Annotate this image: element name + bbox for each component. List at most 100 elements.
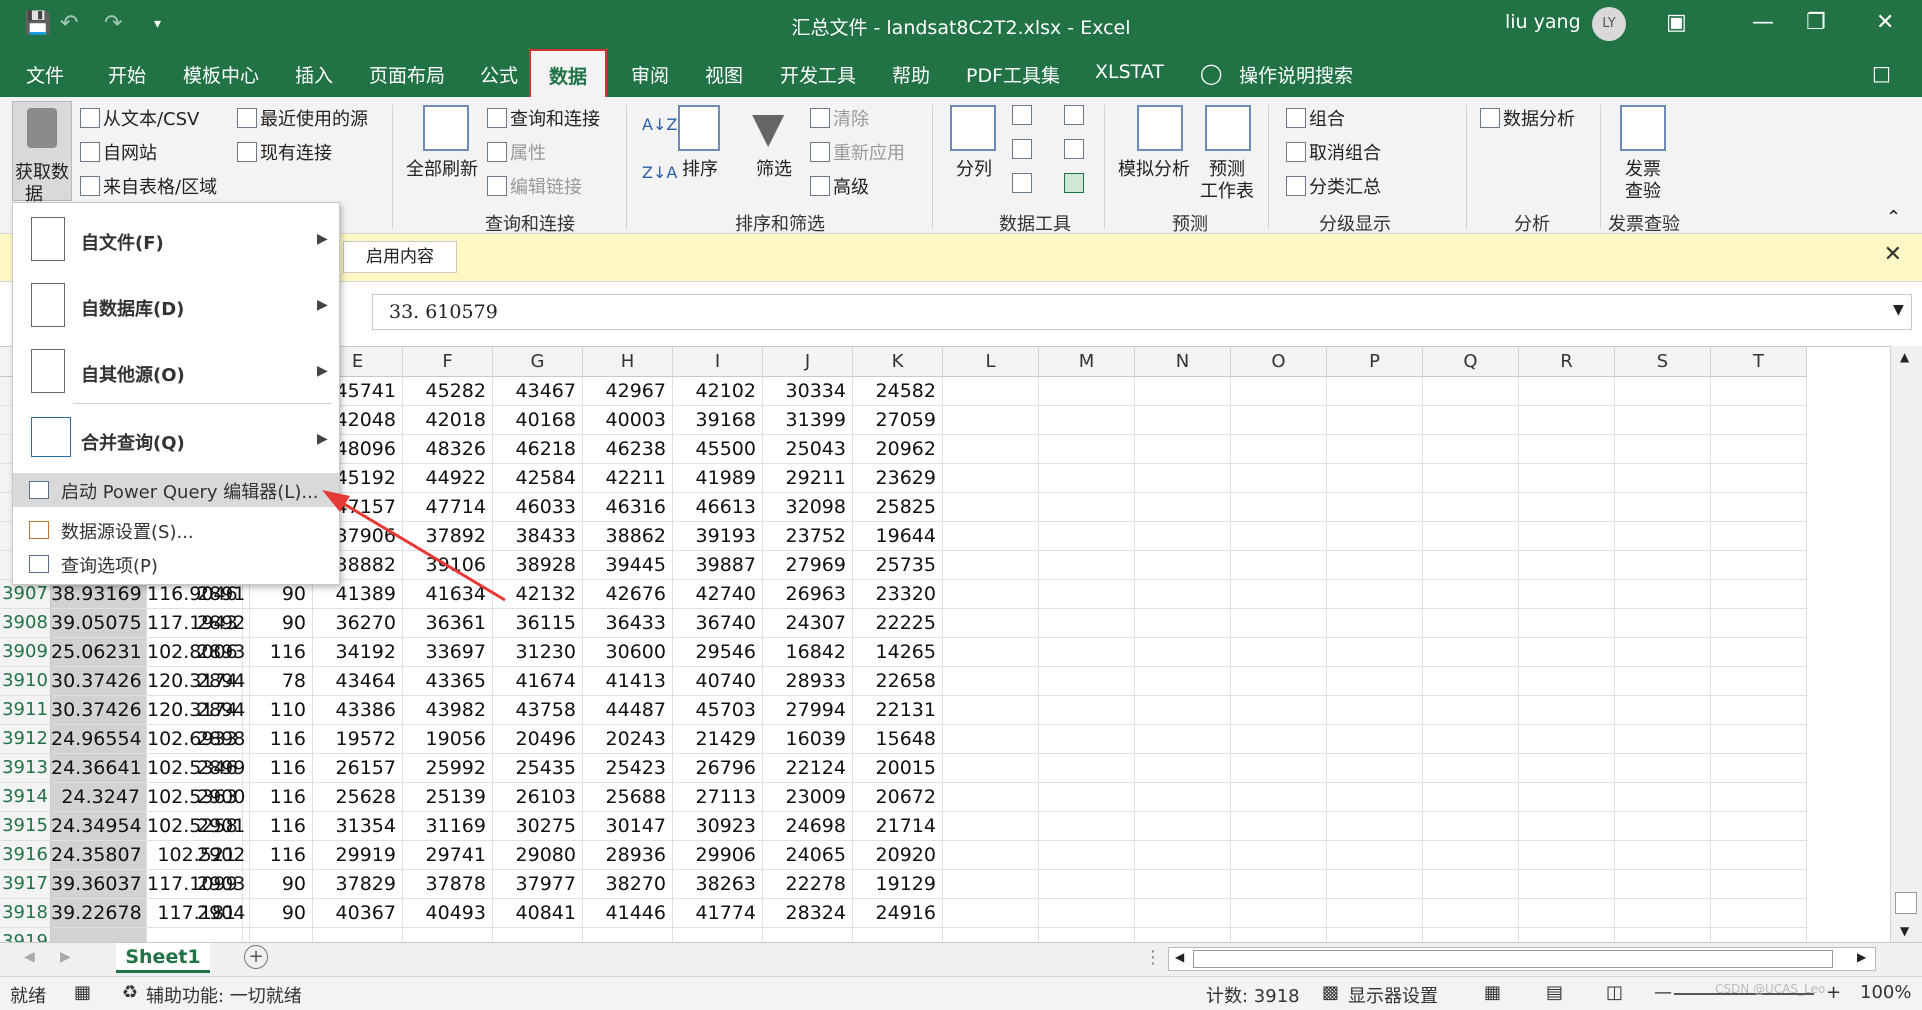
flash-fill-icon[interactable] bbox=[1012, 105, 1032, 125]
cell[interactable]: 26963 bbox=[763, 580, 853, 609]
cell[interactable] bbox=[943, 464, 1039, 493]
cell[interactable] bbox=[1519, 493, 1615, 522]
cell[interactable] bbox=[1135, 928, 1231, 942]
cell[interactable] bbox=[1231, 725, 1327, 754]
cell[interactable] bbox=[1039, 696, 1135, 725]
cell[interactable] bbox=[1711, 377, 1807, 406]
cell[interactable]: 38270 bbox=[583, 870, 673, 899]
cell[interactable] bbox=[1039, 812, 1135, 841]
cell[interactable]: 116 bbox=[243, 638, 313, 667]
cell[interactable] bbox=[1519, 725, 1615, 754]
cell[interactable] bbox=[1423, 609, 1519, 638]
cell[interactable] bbox=[1327, 841, 1423, 870]
cell[interactable] bbox=[1039, 435, 1135, 464]
cell[interactable]: 36115 bbox=[493, 609, 583, 638]
cell[interactable] bbox=[943, 696, 1039, 725]
cell[interactable] bbox=[1231, 406, 1327, 435]
cell[interactable] bbox=[1039, 783, 1135, 812]
cell[interactable] bbox=[1135, 667, 1231, 696]
cell[interactable]: 20920 bbox=[853, 841, 943, 870]
cell[interactable]: 24065 bbox=[763, 841, 853, 870]
cell[interactable]: 24.36641 bbox=[51, 754, 147, 783]
cell[interactable]: 19572 bbox=[313, 725, 403, 754]
cell[interactable]: 20672 bbox=[853, 783, 943, 812]
cell[interactable]: 25735 bbox=[853, 551, 943, 580]
cell[interactable]: 37892 bbox=[403, 522, 493, 551]
cell[interactable]: 26157 bbox=[313, 754, 403, 783]
cell[interactable] bbox=[1519, 406, 1615, 435]
filter-label[interactable]: 筛选 bbox=[756, 155, 792, 181]
cell[interactable] bbox=[1135, 551, 1231, 580]
menu-item-launch-power-query[interactable]: 启动 Power Query 编辑器(L)... bbox=[13, 473, 339, 507]
tab-developer[interactable]: 开发工具 bbox=[780, 61, 856, 88]
ribbon-display-icon[interactable]: ▣ bbox=[1666, 10, 1687, 35]
cell[interactable] bbox=[1327, 493, 1423, 522]
ungroup-button[interactable]: 取消组合 bbox=[1286, 139, 1381, 165]
cell[interactable] bbox=[1423, 580, 1519, 609]
cell[interactable]: 36740 bbox=[673, 609, 763, 638]
cell[interactable] bbox=[1327, 696, 1423, 725]
filter-icon[interactable]: ▼ bbox=[752, 103, 784, 152]
cell[interactable]: 29741 bbox=[403, 841, 493, 870]
cell[interactable] bbox=[1135, 435, 1231, 464]
cell[interactable] bbox=[1423, 522, 1519, 551]
cell[interactable] bbox=[1327, 435, 1423, 464]
cell[interactable]: 42584 bbox=[493, 464, 583, 493]
cell[interactable] bbox=[853, 928, 943, 942]
data-model-icon[interactable] bbox=[1064, 173, 1084, 193]
prev-sheet-icon[interactable]: ◀ bbox=[24, 949, 35, 965]
cell[interactable] bbox=[943, 754, 1039, 783]
cell[interactable] bbox=[313, 928, 403, 942]
cell[interactable]: 23009 bbox=[763, 783, 853, 812]
macro-icon[interactable]: ▦ bbox=[74, 982, 91, 1003]
cell[interactable] bbox=[1231, 870, 1327, 899]
cell[interactable] bbox=[943, 580, 1039, 609]
cell[interactable]: 43464 bbox=[313, 667, 403, 696]
properties-button[interactable]: 属性 bbox=[487, 139, 546, 165]
cell[interactable] bbox=[1327, 870, 1423, 899]
cell[interactable] bbox=[1327, 725, 1423, 754]
row-header[interactable]: 3918 bbox=[0, 899, 51, 928]
cell[interactable] bbox=[1039, 377, 1135, 406]
cell[interactable] bbox=[1615, 899, 1711, 928]
cell[interactable] bbox=[1231, 754, 1327, 783]
column-header[interactable]: Q bbox=[1423, 347, 1519, 377]
cell[interactable]: 39.36037 bbox=[51, 870, 147, 899]
comments-icon[interactable]: □ bbox=[1872, 61, 1891, 85]
column-header[interactable]: M bbox=[1039, 347, 1135, 377]
cell[interactable] bbox=[943, 725, 1039, 754]
cell[interactable] bbox=[1135, 406, 1231, 435]
cell[interactable] bbox=[1519, 899, 1615, 928]
cell[interactable] bbox=[1423, 377, 1519, 406]
cell[interactable] bbox=[1423, 783, 1519, 812]
cell[interactable]: 24307 bbox=[763, 609, 853, 638]
cell[interactable]: 22131 bbox=[853, 696, 943, 725]
cell[interactable] bbox=[1135, 638, 1231, 667]
cell[interactable]: 23752 bbox=[763, 522, 853, 551]
cell[interactable]: 37829 bbox=[313, 870, 403, 899]
cell[interactable] bbox=[1327, 667, 1423, 696]
row-header[interactable]: 3917 bbox=[0, 870, 51, 899]
column-header[interactable]: G bbox=[493, 347, 583, 377]
cell[interactable] bbox=[1135, 899, 1231, 928]
cell[interactable]: 43365 bbox=[403, 667, 493, 696]
cell[interactable] bbox=[1711, 667, 1807, 696]
cell[interactable]: 31354 bbox=[313, 812, 403, 841]
minimize-icon[interactable]: — bbox=[1752, 10, 1774, 35]
scroll-up-icon[interactable]: ▲ bbox=[1900, 350, 1909, 364]
cell[interactable]: 2901 bbox=[197, 812, 245, 841]
cell[interactable] bbox=[1135, 870, 1231, 899]
cell[interactable]: 16039 bbox=[763, 725, 853, 754]
cell[interactable] bbox=[1615, 725, 1711, 754]
cell[interactable] bbox=[1711, 493, 1807, 522]
cell[interactable]: 24916 bbox=[853, 899, 943, 928]
cell[interactable] bbox=[1615, 667, 1711, 696]
cell[interactable] bbox=[1615, 928, 1711, 942]
cell[interactable] bbox=[1039, 870, 1135, 899]
cell[interactable]: 28324 bbox=[763, 899, 853, 928]
cell[interactable]: 42967 bbox=[583, 377, 673, 406]
cell[interactable] bbox=[1711, 841, 1807, 870]
cell[interactable]: 32098 bbox=[763, 493, 853, 522]
cell[interactable]: 116 bbox=[243, 725, 313, 754]
cell[interactable] bbox=[1135, 464, 1231, 493]
